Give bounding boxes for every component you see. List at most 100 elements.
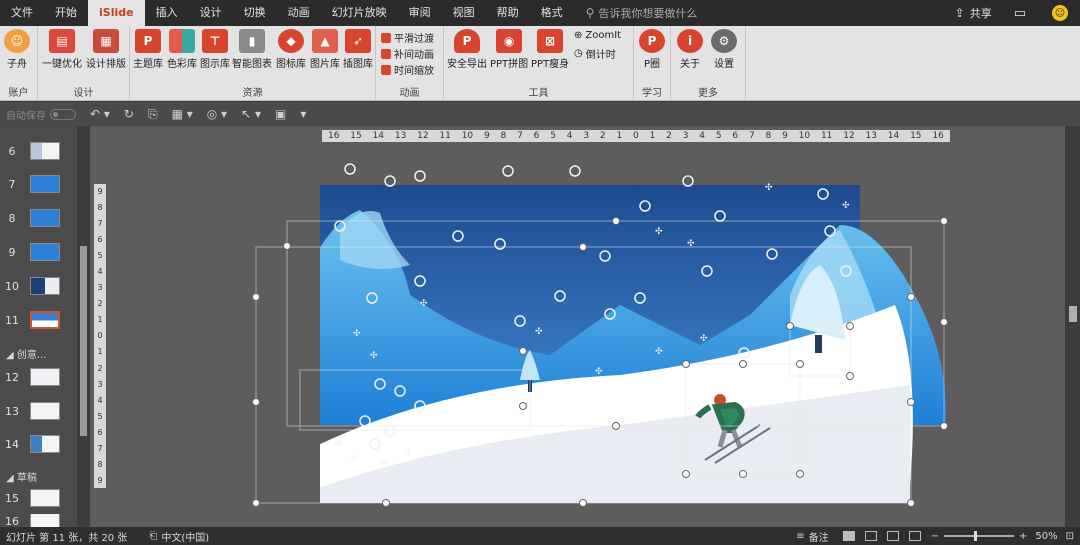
slide-artwork[interactable]: [320, 185, 950, 503]
tell-me-search[interactable]: ⚲ 告诉我你想要做什么: [586, 5, 698, 21]
slide-thumb[interactable]: 9: [0, 238, 75, 266]
safe-export-button[interactable]: P 安全导出: [447, 29, 487, 70]
slide-thumb[interactable]: 6: [0, 137, 75, 165]
slide-preview: [30, 435, 60, 453]
tab-format[interactable]: 格式: [530, 0, 574, 26]
tab-animations[interactable]: 动画: [277, 0, 321, 26]
zoom-slider[interactable]: [943, 531, 1014, 541]
ruler-tick: 6: [732, 131, 739, 141]
image-library-button[interactable]: ▲ 图片库: [310, 29, 340, 70]
thumbnail-scrollbar[interactable]: [77, 126, 90, 527]
share-button[interactable]: ⇪ 共享: [955, 5, 992, 21]
winter-ski-illustration: [320, 185, 946, 503]
ruler-tick: 4: [97, 395, 103, 405]
ppt-slim-button[interactable]: ⊠ PPT瘦身: [531, 29, 569, 70]
paint-icon[interactable]: ▦ ▾: [172, 107, 193, 121]
slide-sorter-button[interactable]: [864, 531, 877, 541]
slide-thumb[interactable]: 10: [0, 272, 75, 300]
search-placeholder: 告诉我你想要做什么: [598, 7, 698, 20]
fit-to-window-icon[interactable]: ⊡: [1066, 531, 1074, 542]
slide-thumb[interactable]: 8: [0, 204, 75, 232]
ruler-tick: 13: [865, 131, 877, 141]
tab-islide[interactable]: iSlide: [88, 0, 145, 26]
redo-icon[interactable]: ↻: [124, 107, 134, 121]
one-click-optimize-button[interactable]: ▤ 一键优化: [42, 29, 82, 70]
slide-thumb[interactable]: 7: [0, 170, 75, 198]
section-header[interactable]: ◢ 创意...: [6, 346, 46, 361]
tab-transitions[interactable]: 切换: [233, 0, 277, 26]
undo-icon[interactable]: ↶ ▾: [90, 107, 110, 121]
tab-slideshow[interactable]: 幻灯片放映: [321, 0, 398, 26]
ruler-tick: 8: [500, 131, 507, 141]
group-label-learn: 学习: [642, 88, 662, 99]
zoom-in-icon[interactable]: +: [1019, 531, 1027, 542]
normal-view-button[interactable]: [842, 531, 855, 541]
save-icon[interactable]: ▣: [275, 107, 286, 121]
customize-qat-icon[interactable]: ▾: [300, 107, 306, 121]
language-indicator[interactable]: ⎗ 中文(中国): [149, 529, 209, 544]
slideshow-button[interactable]: [908, 531, 921, 541]
select-icon[interactable]: ↖ ▾: [241, 107, 261, 121]
ruler-tick: 9: [97, 187, 103, 196]
tab-file[interactable]: 文件: [0, 0, 44, 26]
design-layout-button[interactable]: ▦ 设计排版: [86, 29, 126, 70]
scroll-thumb[interactable]: [1069, 306, 1077, 322]
autosave-label: 自动保存: [6, 110, 46, 122]
section-header[interactable]: ◢ 草稿: [6, 469, 37, 484]
slide-preview: [30, 402, 60, 420]
shape-icon[interactable]: ◎ ▾: [207, 107, 227, 121]
color-library-button[interactable]: 色彩库: [167, 29, 197, 70]
notes-button[interactable]: ≡ 备注: [796, 529, 828, 544]
slide-canvas[interactable]: 16 15 14 13 12 11 10 9 8 7 6 5 4 3 2 1 0 1 2 3 4 5 6 7 8 9 10 11 12 1…: [90, 126, 1065, 527]
slide-thumb[interactable]: 16: [0, 514, 75, 528]
time-scale-button[interactable]: 时间缩放: [381, 62, 434, 77]
slide-thumb[interactable]: 13: [0, 397, 75, 425]
smooth-transition-button[interactable]: 平滑过渡: [381, 30, 434, 45]
tab-view[interactable]: 视图: [442, 0, 486, 26]
p-circle-button[interactable]: P P圈: [639, 29, 665, 70]
feedback-smiley-icon[interactable]: ☺: [1052, 5, 1068, 21]
ruler-tick: 4: [699, 131, 706, 141]
format-painter-icon[interactable]: ⎘: [148, 107, 158, 122]
slide-thumb[interactable]: 12: [0, 363, 75, 391]
tab-design[interactable]: 设计: [189, 0, 233, 26]
tab-insert[interactable]: 插入: [145, 0, 189, 26]
slide-thumb[interactable]: 15: [0, 484, 75, 512]
icon-library-button[interactable]: ◆ 图标库: [276, 29, 306, 70]
ppt-puzzle-button[interactable]: ◉ PPT拼图: [490, 29, 528, 70]
illustration-library-button[interactable]: ➶ 插图库: [343, 29, 373, 70]
autosave-toggle[interactable]: 自动保存: [6, 107, 76, 122]
tab-home[interactable]: 开始: [44, 0, 88, 26]
zoom-out-icon[interactable]: −: [931, 531, 939, 542]
scroll-thumb[interactable]: [80, 246, 87, 436]
ruler-tick: 9: [483, 131, 490, 141]
comment-icon[interactable]: ▭: [1014, 6, 1026, 21]
language-icon: ⎗: [149, 530, 158, 542]
zoom-percent[interactable]: 50%: [1035, 531, 1057, 542]
slide-preview: [30, 209, 60, 227]
ruler-tick: 5: [97, 411, 103, 421]
group-learn: P P圈 学习: [634, 26, 671, 101]
ruler-tick: 10: [798, 131, 811, 141]
countdown-button[interactable]: ◷ 倒计时: [574, 46, 616, 61]
ruler-tick: 14: [372, 131, 385, 141]
quick-access-toolbar: 自动保存 ↶ ▾ ↻ ⎘ ▦ ▾ ◎ ▾ ↖ ▾ ▣ ▾: [0, 102, 1080, 126]
canvas-scrollbar[interactable]: [1065, 126, 1080, 527]
tab-help[interactable]: 帮助: [486, 0, 530, 26]
slide-thumb[interactable]: 14: [0, 430, 75, 458]
smart-chart-button[interactable]: ▮ 智能图表: [232, 29, 272, 70]
zoomit-button[interactable]: ⊕ ZoomIt: [574, 30, 621, 41]
account-button[interactable]: ☺ 子舟: [4, 29, 30, 70]
tab-review[interactable]: 审阅: [398, 0, 442, 26]
diagram-library-button[interactable]: ⊤ 图示库: [200, 29, 230, 70]
search-icon: ⚲: [585, 6, 595, 20]
slide-thumb-selected[interactable]: 11: [0, 306, 75, 334]
account-user-label: 子舟: [7, 59, 27, 70]
tween-animation-button[interactable]: 补间动画: [381, 46, 434, 61]
bar-chart-icon: ▮: [239, 29, 265, 53]
reading-view-button[interactable]: [886, 531, 899, 541]
theme-library-button[interactable]: P 主题库: [133, 29, 163, 70]
settings-button[interactable]: ⚙ 设置: [711, 29, 737, 70]
about-button[interactable]: i 关于: [677, 29, 703, 70]
zoom-control[interactable]: − + 50%: [931, 531, 1058, 542]
